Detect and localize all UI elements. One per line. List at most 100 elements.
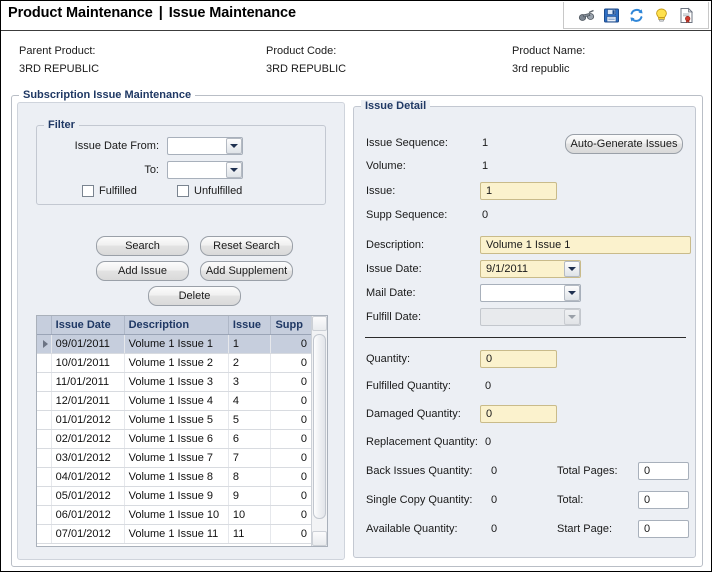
row-selector-cell[interactable] — [37, 448, 52, 468]
cell-supp: 0 — [270, 410, 312, 430]
description-input[interactable]: Volume 1 Issue 1 — [480, 236, 691, 254]
cell-supp: 0 — [270, 448, 312, 468]
column-header-issue-date[interactable]: Issue Date — [51, 316, 125, 335]
issues-table: Issue Date Description Issue Supp 09/01/… — [37, 316, 312, 544]
issue-input[interactable]: 1 — [480, 182, 557, 200]
volume-value: 1 — [482, 160, 489, 172]
search-button[interactable]: Search — [96, 236, 189, 256]
auto-generate-issues-button[interactable]: Auto-Generate Issues — [565, 134, 683, 154]
cell-issue-date: 03/01/2012 — [51, 448, 125, 468]
chevron-down-icon[interactable] — [564, 285, 580, 301]
filter-group: Filter Issue Date From: To: Fulfilled Un… — [36, 119, 326, 205]
cell-description: Volume 1 Issue 8 — [124, 467, 229, 487]
row-selector-cell[interactable] — [37, 372, 52, 392]
scrollbar-thumb[interactable] — [313, 334, 326, 519]
fulfilled-checkbox-label: Fulfilled — [99, 185, 137, 197]
row-selector-cell[interactable] — [37, 486, 52, 506]
cell-issue: 7 — [228, 448, 272, 468]
cell-issue-date: 06/01/2012 — [51, 505, 125, 525]
cell-description: Volume 1 Issue 3 — [124, 372, 229, 392]
quantity-input[interactable]: 0 — [480, 350, 557, 368]
cell-issue: 10 — [228, 505, 272, 525]
product-info-strip: Parent Product: 3RD REPUBLIC Product Cod… — [1, 32, 711, 84]
fulfilled-checkbox[interactable]: Fulfilled — [82, 185, 137, 197]
quantity-label: Quantity: — [366, 353, 411, 365]
issues-table-body: 09/01/2011 Volume 1 Issue 1 1 0 10/01/2011 Vo… — [37, 334, 312, 544]
scroll-up-button[interactable] — [312, 316, 327, 331]
issue-date-from-combo[interactable] — [167, 137, 243, 155]
report-icon[interactable] — [678, 7, 695, 24]
column-header-supp[interactable]: Supp — [270, 316, 312, 335]
chevron-down-icon[interactable] — [564, 261, 580, 277]
lightbulb-icon[interactable] — [653, 7, 670, 24]
fulfilled-quantity-label: Fulfilled Quantity: — [366, 380, 451, 392]
cell-issue: 6 — [228, 429, 272, 449]
cell-description: Volume 1 Issue 11 — [124, 524, 229, 544]
fulfilled-checkbox-box[interactable] — [82, 185, 94, 197]
table-row[interactable]: 06/01/2012 Volume 1 Issue 10 10 0 — [37, 505, 312, 525]
row-selector-cell[interactable] — [37, 353, 52, 373]
total-input[interactable]: 0 — [638, 491, 689, 509]
row-selector-cell[interactable] — [37, 505, 52, 525]
row-selector-cell[interactable] — [37, 467, 52, 487]
issue-date-to-label: To: — [144, 164, 159, 176]
damaged-quantity-input[interactable]: 0 — [480, 405, 557, 423]
reset-search-button[interactable]: Reset Search — [200, 236, 293, 256]
table-row[interactable]: 03/01/2012 Volume 1 Issue 770 — [37, 448, 312, 468]
cell-issue: 1 — [228, 334, 272, 354]
replacement-quantity-label: Replacement Quantity: — [366, 436, 478, 448]
cell-description: Volume 1 Issue 1 — [124, 334, 229, 354]
start-page-label: Start Page: — [557, 523, 613, 535]
table-row[interactable]: 10/01/2011 Volume 1 Issue 220 — [37, 353, 312, 373]
issues-grid: Issue Date Description Issue Supp 09/01/… — [36, 315, 328, 547]
row-selector-cell[interactable] — [37, 391, 52, 411]
cell-issue-date: 11/01/2011 — [51, 372, 125, 392]
row-selector-cell[interactable] — [37, 429, 52, 449]
issue-date-combo[interactable]: 9/1/2011 — [480, 260, 581, 278]
table-row[interactable]: 02/01/2012 Volume 1 Issue 660 — [37, 429, 312, 449]
add-supplement-button[interactable]: Add Supplement — [200, 261, 293, 281]
total-pages-input[interactable]: 0 — [638, 462, 689, 480]
issue-date-to-combo[interactable] — [167, 161, 243, 179]
current-row-marker-icon — [43, 339, 48, 348]
chevron-down-icon[interactable] — [226, 138, 242, 154]
chevron-down-icon[interactable] — [226, 162, 242, 178]
table-row[interactable]: 11/01/2011 Volume 1 Issue 330 — [37, 372, 312, 392]
table-row[interactable]: 04/01/2012 Volume 1 Issue 880 — [37, 467, 312, 487]
volume-label: Volume: — [366, 160, 406, 172]
grid-vertical-scrollbar[interactable] — [311, 316, 327, 546]
column-header-description[interactable]: Description — [124, 316, 229, 335]
parent-product-field: Parent Product: 3RD REPUBLIC — [19, 45, 99, 75]
issue-detail-group: Issue Detail Auto-Generate Issues Issue … — [353, 100, 696, 558]
save-icon[interactable] — [603, 7, 620, 24]
row-selector-cell[interactable] — [37, 410, 52, 430]
row-selector-cell[interactable] — [37, 524, 52, 544]
available-quantity-label: Available Quantity: — [366, 523, 458, 535]
scroll-down-button[interactable] — [312, 531, 327, 546]
mail-date-combo[interactable] — [480, 284, 581, 302]
binoculars-icon[interactable] — [578, 7, 595, 24]
available-quantity-value: 0 — [491, 523, 498, 535]
refresh-icon[interactable] — [628, 7, 645, 24]
title-bar: Product Maintenance | Issue Maintenance — [1, 1, 711, 31]
cell-supp: 0 — [270, 334, 312, 354]
table-row[interactable]: 12/01/2011 Volume 1 Issue 440 — [37, 391, 312, 411]
table-row[interactable]: 01/01/2012 Volume 1 Issue 550 — [37, 410, 312, 430]
description-label: Description: — [366, 239, 425, 251]
cell-supp: 0 — [270, 391, 312, 411]
start-page-input[interactable]: 0 — [638, 520, 689, 538]
table-row[interactable]: 09/01/2011 Volume 1 Issue 110 — [37, 334, 312, 354]
delete-button[interactable]: Delete — [148, 286, 241, 306]
table-row[interactable]: 05/01/2012 Volume 1 Issue 990 — [37, 486, 312, 506]
column-header-issue[interactable]: Issue — [228, 316, 272, 335]
cell-description: Volume 1 Issue 5 — [124, 410, 229, 430]
row-selector-cell[interactable] — [37, 334, 52, 354]
toolbar — [563, 2, 709, 29]
unfulfilled-checkbox[interactable]: Unfulfilled — [177, 185, 242, 197]
unfulfilled-checkbox-box[interactable] — [177, 185, 189, 197]
add-issue-button[interactable]: Add Issue — [96, 261, 189, 281]
issue-sequence-label: Issue Sequence: — [366, 137, 448, 149]
cell-issue-date: 07/01/2012 — [51, 524, 125, 544]
supp-sequence-value: 0 — [482, 209, 489, 221]
table-row[interactable]: 07/01/2012 Volume 1 Issue 11 11 0 — [37, 524, 312, 544]
